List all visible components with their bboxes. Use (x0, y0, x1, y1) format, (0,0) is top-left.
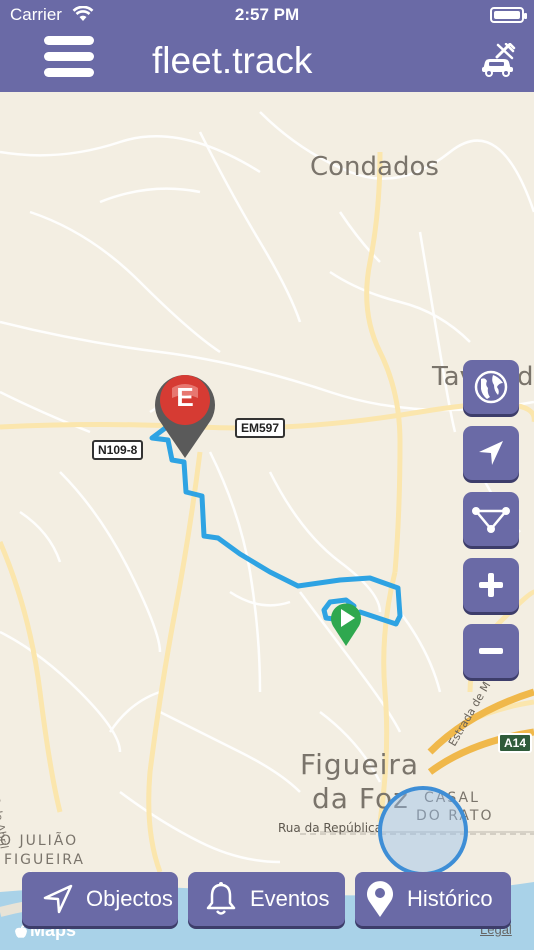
clock: 2:57 PM (234, 5, 300, 24)
bell-icon (206, 882, 236, 915)
route-icon (472, 507, 510, 533)
eventos-button[interactable]: Eventos (188, 872, 345, 926)
zoom-out-button[interactable] (463, 624, 519, 678)
map-pin-icon (367, 881, 393, 917)
location-arrow-icon (479, 441, 503, 465)
battery-icon (490, 7, 527, 23)
start-marker-icon[interactable] (328, 600, 364, 648)
eventos-label: Eventos (250, 886, 330, 911)
map-view[interactable]: Condados Tavarede Figueira da Foz CASAL … (0, 92, 534, 950)
end-marker-label: E (176, 382, 194, 412)
app-title: fleet.track (152, 40, 313, 81)
objectos-label: Objectos (86, 886, 173, 911)
globe-icon (474, 370, 508, 404)
header-bar: fleet.track (0, 30, 534, 92)
status-bar: Carrier 2:57 PM (0, 0, 534, 30)
current-location-indicator (378, 786, 468, 876)
historico-label: Histórico (407, 886, 493, 911)
route-button[interactable] (463, 492, 519, 546)
locate-button[interactable] (463, 426, 519, 480)
zoom-out-icon (479, 648, 503, 654)
car-wrench-icon[interactable] (480, 43, 516, 77)
historico-button[interactable]: Histórico (355, 872, 511, 926)
end-marker[interactable]: E (152, 368, 218, 460)
zoom-in-icon (479, 573, 503, 597)
objectos-button[interactable]: Objectos (22, 872, 178, 926)
zoom-in-button[interactable] (463, 558, 519, 612)
globe-button[interactable] (463, 360, 519, 414)
hamburger-menu-icon[interactable] (44, 36, 94, 84)
navigation-arrow-icon (43, 884, 73, 914)
